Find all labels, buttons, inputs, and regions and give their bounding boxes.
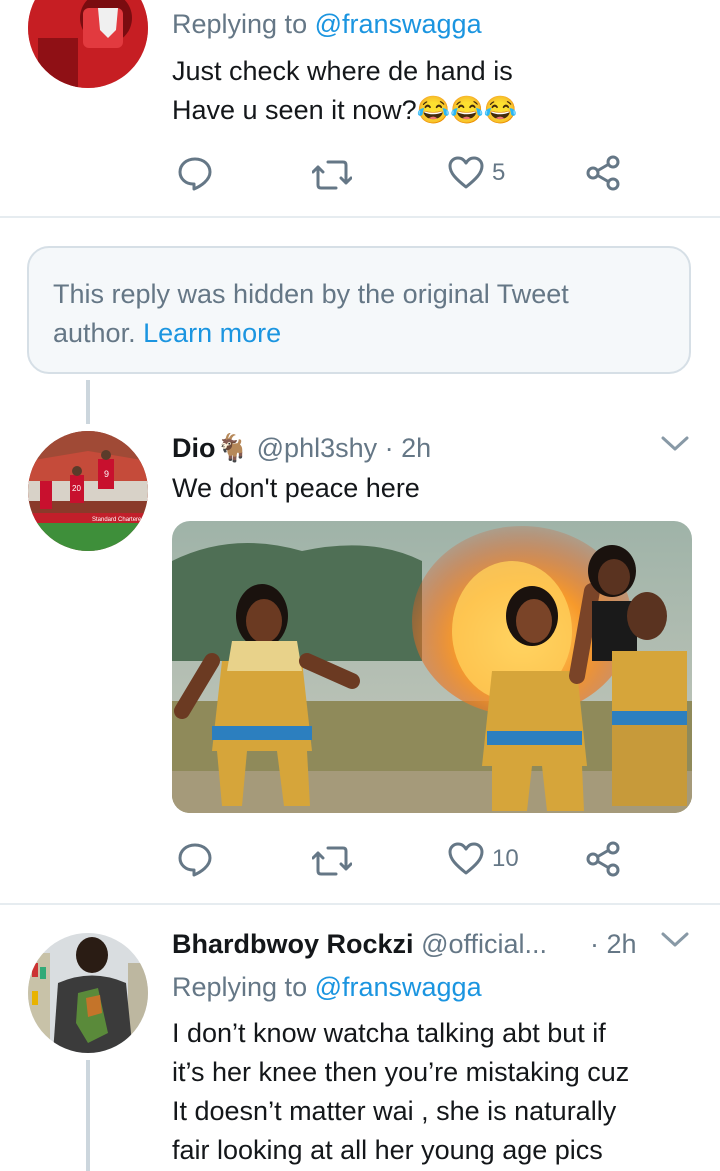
replying-to-handle[interactable]: @franswagga [315, 9, 482, 39]
reply-button[interactable] [177, 155, 213, 191]
reply-icon [178, 843, 212, 877]
name-emoji: 🐐 [215, 433, 250, 463]
hidden-reply-line: This reply was hidden by the original Tw… [53, 279, 569, 309]
reply-icon [178, 157, 212, 191]
share-icon [586, 155, 620, 191]
tweet-text-line: Just check where de hand is [172, 56, 513, 86]
tweet-text-line: I don’t know watcha talking abt but if [172, 1018, 606, 1048]
like-button[interactable]: 10 [448, 842, 519, 876]
hidden-reply-segment: author. [53, 318, 136, 348]
avatar[interactable] [28, 933, 148, 1053]
hidden-reply-notice: This reply was hidden by the original Tw… [27, 246, 691, 374]
tweet-text-line: fair looking at all her young age pics [172, 1135, 603, 1165]
share-button[interactable] [585, 841, 621, 877]
chevron-down-icon [661, 932, 689, 947]
share-button[interactable] [585, 155, 621, 191]
replying-to: Replying to @franswagga [172, 5, 482, 44]
retweet-icon [312, 846, 352, 876]
avatar-banner-text: Standard Chartered [92, 517, 145, 523]
tweet-text-segment: Have u seen it now? [172, 95, 417, 125]
like-count: 10 [492, 845, 519, 872]
learn-more-link[interactable]: Learn more [143, 318, 281, 348]
tweet-header: Bhardbwoy Rockzi @official... [172, 925, 547, 964]
thread-line [86, 1060, 90, 1171]
like-icon [448, 842, 484, 875]
retweet-button[interactable] [312, 157, 352, 193]
hidden-reply-line: author. Learn more [53, 314, 683, 353]
retweet-icon [312, 160, 352, 190]
emoji: 😂😂😂 [416, 95, 518, 125]
avatar-jersey-number: 9 [104, 469, 109, 479]
retweet-button[interactable] [312, 843, 352, 879]
tweet-text-line: it’s her knee then you’re mistaking cuz [172, 1057, 630, 1087]
tweet-media[interactable] [172, 521, 692, 813]
display-name[interactable]: Dio [172, 433, 216, 463]
replying-to-label: Replying to [172, 9, 315, 39]
replying-to-label: Replying to [172, 972, 315, 1002]
tweet-text: We don't peace here [172, 473, 420, 503]
replying-to-handle[interactable]: @franswagga [315, 972, 482, 1002]
replying-to: Replying to @franswagga [172, 968, 482, 1007]
user-handle[interactable]: @phl3shy [257, 433, 377, 463]
tweet-text-line: Have u seen it now?😂😂😂 [172, 91, 518, 130]
tweet-time[interactable]: · 2h [385, 433, 432, 463]
tweet-menu-button[interactable] [660, 928, 690, 955]
tweet-text: Just check where de hand is Have u seen … [172, 52, 518, 130]
avatar-jersey-number: 20 [72, 484, 81, 493]
divider [0, 216, 720, 218]
tweet-text: I don’t know watcha talking abt but if i… [172, 1014, 629, 1170]
display-name[interactable]: Bhardbwoy Rockzi [172, 929, 414, 959]
avatar[interactable]: 9 20 Standard Chartered [28, 431, 148, 551]
tweet-time[interactable]: · 2h [590, 925, 637, 964]
share-icon [586, 841, 620, 877]
chevron-down-icon [661, 436, 689, 451]
thread-line [86, 380, 90, 424]
like-count: 5 [492, 159, 506, 186]
user-handle[interactable]: @official... [421, 929, 547, 959]
tweet-menu-button[interactable] [660, 432, 690, 459]
avatar[interactable] [28, 0, 148, 88]
divider [0, 903, 720, 905]
tweet-header: Dio🐐 @phl3shy · 2h [172, 429, 431, 468]
hidden-reply-text: This reply was hidden by the original Tw… [53, 275, 683, 353]
reply-button[interactable] [177, 841, 213, 877]
like-button[interactable]: 5 [448, 156, 505, 190]
tweet-text-line: It doesn’t matter wai , she is naturally [172, 1096, 617, 1126]
like-icon [448, 156, 484, 189]
